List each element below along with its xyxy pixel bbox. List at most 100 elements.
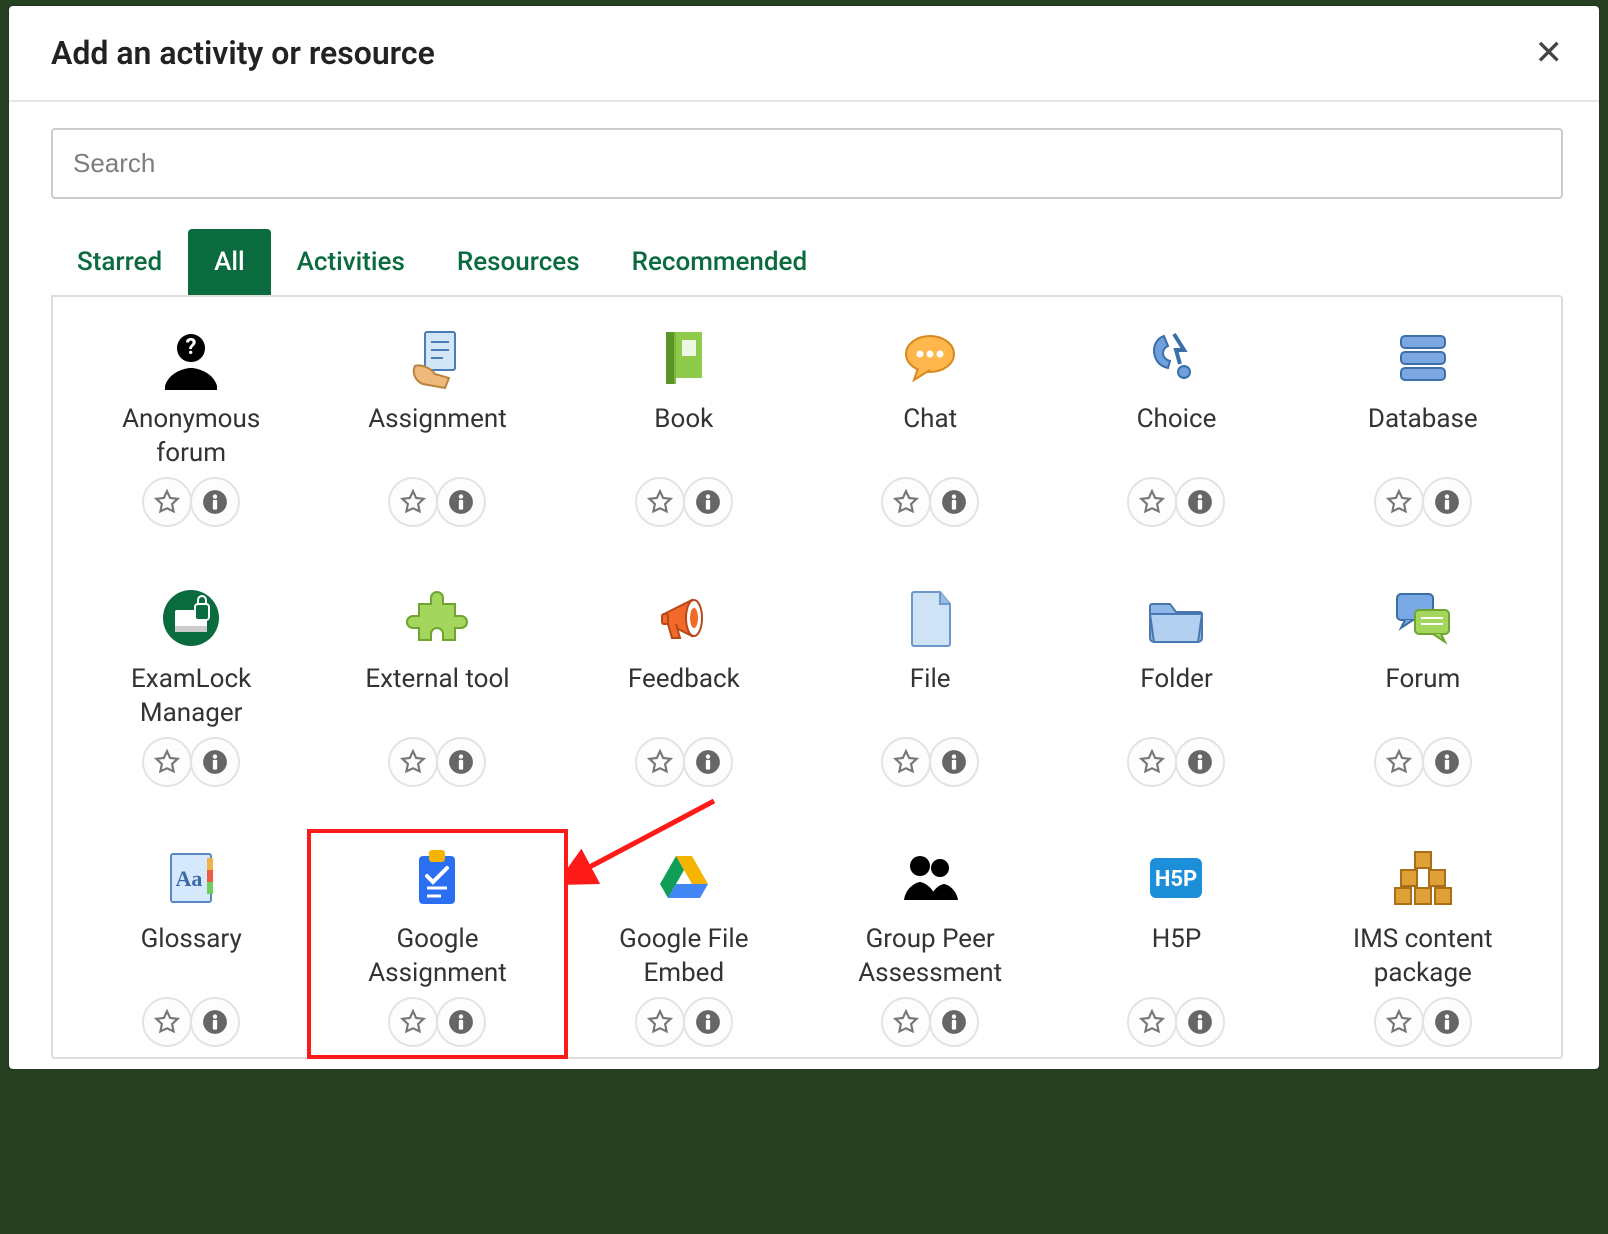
activity-external-tool[interactable]: External tool (319, 581, 555, 787)
info-button[interactable] (1422, 477, 1472, 527)
activity-database[interactable]: Database (1305, 321, 1541, 527)
activity-label: Book (654, 403, 713, 473)
star-button[interactable] (635, 997, 685, 1047)
info-icon (202, 1009, 228, 1035)
info-button[interactable] (436, 737, 486, 787)
star-button[interactable] (881, 737, 931, 787)
h5p-icon (1139, 841, 1213, 915)
activity-actions (882, 737, 978, 787)
star-button[interactable] (635, 477, 685, 527)
star-button[interactable] (142, 997, 192, 1047)
google-assignment-icon (400, 841, 474, 915)
activity-actions (389, 997, 485, 1047)
info-icon (1187, 749, 1213, 775)
tab-resources[interactable]: Resources (431, 229, 606, 295)
info-icon (1187, 1009, 1213, 1035)
info-button[interactable] (929, 737, 979, 787)
google-file-embed-icon (647, 841, 721, 915)
close-button[interactable]: ✕ (1535, 36, 1564, 70)
activity-actions (1128, 477, 1224, 527)
info-button[interactable] (190, 737, 240, 787)
star-button[interactable] (881, 997, 931, 1047)
activity-label: Folder (1140, 663, 1213, 733)
info-button[interactable] (929, 997, 979, 1047)
star-button[interactable] (388, 737, 438, 787)
book-icon (647, 321, 721, 395)
star-button[interactable] (1127, 477, 1177, 527)
star-button[interactable] (142, 737, 192, 787)
external-tool-icon (400, 581, 474, 655)
activity-actions (143, 477, 239, 527)
info-button[interactable] (190, 997, 240, 1047)
activity-forum[interactable]: Forum (1305, 581, 1541, 787)
info-button[interactable] (190, 477, 240, 527)
star-icon (893, 1009, 919, 1035)
info-button[interactable] (1175, 737, 1225, 787)
star-button[interactable] (635, 737, 685, 787)
info-icon (1434, 1009, 1460, 1035)
activity-anonymous-forum[interactable]: Anonymous forum (73, 321, 309, 527)
activity-file[interactable]: File (812, 581, 1048, 787)
info-icon (448, 1009, 474, 1035)
tab-all[interactable]: All (188, 229, 271, 295)
info-button[interactable] (929, 477, 979, 527)
activity-feedback[interactable]: Feedback (566, 581, 802, 787)
star-button[interactable] (1127, 997, 1177, 1047)
activity-label: Google File Embed (619, 923, 748, 993)
tab-recommended[interactable]: Recommended (606, 229, 834, 295)
activity-google-assignment[interactable]: Google Assignment (319, 841, 555, 1047)
activity-choice[interactable]: Choice (1058, 321, 1294, 527)
activity-actions (636, 737, 732, 787)
activity-actions (389, 737, 485, 787)
feedback-icon (647, 581, 721, 655)
info-button[interactable] (683, 737, 733, 787)
folder-icon (1139, 581, 1213, 655)
info-button[interactable] (1422, 997, 1472, 1047)
activity-label: Glossary (141, 923, 242, 993)
star-button[interactable] (1374, 997, 1424, 1047)
info-icon (448, 489, 474, 515)
star-button[interactable] (1374, 477, 1424, 527)
activity-actions (882, 477, 978, 527)
star-button[interactable] (1127, 737, 1177, 787)
activity-glossary[interactable]: Glossary (73, 841, 309, 1047)
info-icon (695, 489, 721, 515)
activity-chooser-modal: Add an activity or resource ✕ StarredAll… (9, 6, 1599, 1069)
info-icon (1434, 749, 1460, 775)
info-button[interactable] (436, 477, 486, 527)
activity-label: H5P (1152, 923, 1202, 993)
activity-chat[interactable]: Chat (812, 321, 1048, 527)
info-button[interactable] (1175, 477, 1225, 527)
activity-examlock-manager[interactable]: ExamLock Manager (73, 581, 309, 787)
activity-h5p[interactable]: H5P (1058, 841, 1294, 1047)
activity-google-file-embed[interactable]: Google File Embed (566, 841, 802, 1047)
group-peer-icon (893, 841, 967, 915)
tab-activities[interactable]: Activities (271, 229, 431, 295)
info-button[interactable] (683, 477, 733, 527)
info-button[interactable] (1175, 997, 1225, 1047)
activity-ims-content-package[interactable]: IMS content package (1305, 841, 1541, 1047)
star-button[interactable] (142, 477, 192, 527)
star-icon (1386, 1009, 1412, 1035)
forum-icon (1386, 581, 1460, 655)
activity-label: Choice (1137, 403, 1217, 473)
star-button[interactable] (1374, 737, 1424, 787)
activity-folder[interactable]: Folder (1058, 581, 1294, 787)
star-icon (400, 749, 426, 775)
choice-icon (1139, 321, 1213, 395)
search-input[interactable] (51, 128, 1563, 199)
star-button[interactable] (388, 477, 438, 527)
info-button[interactable] (1422, 737, 1472, 787)
info-icon (941, 1009, 967, 1035)
activity-book[interactable]: Book (566, 321, 802, 527)
star-button[interactable] (388, 997, 438, 1047)
activity-actions (636, 997, 732, 1047)
info-button[interactable] (683, 997, 733, 1047)
info-button[interactable] (436, 997, 486, 1047)
tab-starred[interactable]: Starred (51, 229, 188, 295)
activity-assignment[interactable]: Assignment (319, 321, 555, 527)
star-button[interactable] (881, 477, 931, 527)
star-icon (154, 1009, 180, 1035)
activity-group-peer-assessment[interactable]: Group Peer Assessment (812, 841, 1048, 1047)
info-icon (941, 489, 967, 515)
